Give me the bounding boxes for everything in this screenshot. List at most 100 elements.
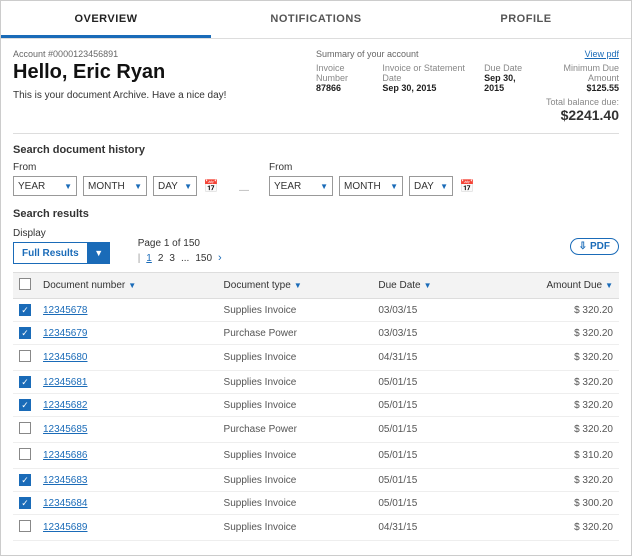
col-doc[interactable]: Document number▼: [37, 273, 218, 299]
col-amt[interactable]: Amount Due▼: [484, 273, 619, 299]
row-checkbox[interactable]: [19, 399, 31, 411]
row-checkbox[interactable]: [19, 448, 31, 460]
doc-due: 05/01/15: [372, 394, 484, 417]
sort-icon: ▼: [294, 281, 302, 290]
statement-date: Sep 30, 2015: [382, 83, 472, 93]
row-checkbox[interactable]: [19, 474, 31, 486]
account-label: Account: [13, 49, 46, 59]
page-1[interactable]: 1: [146, 253, 152, 264]
page-3[interactable]: 3: [169, 253, 175, 264]
range-dash: —: [239, 185, 249, 196]
min-due: $125.55: [543, 83, 619, 93]
doc-link[interactable]: 12345682: [43, 400, 88, 411]
doc-link[interactable]: 12345683: [43, 475, 88, 486]
page-last[interactable]: 150: [195, 253, 212, 264]
tab-profile[interactable]: PROFILE: [421, 1, 631, 38]
due-date: Sep 30, 2015: [484, 73, 531, 93]
table-row: 12345685Purchase Power05/01/15$ 320.20: [13, 417, 619, 443]
doc-link[interactable]: 12345680: [43, 352, 88, 363]
doc-due: 05/01/15: [372, 492, 484, 515]
from-label-1: From: [13, 162, 219, 173]
pager: | 1 2 3 ... 150 ›: [138, 252, 222, 264]
display-select[interactable]: Full Results ▼: [13, 242, 110, 264]
doc-link[interactable]: 12345681: [43, 377, 88, 388]
doc-type: Supplies Invoice: [218, 299, 373, 322]
from-month-select[interactable]: MONTH▼: [83, 176, 147, 196]
tab-overview[interactable]: OVERVIEW: [1, 1, 211, 38]
doc-amt: $ 320.20: [484, 345, 619, 371]
doc-amt: $ 320.20: [484, 322, 619, 345]
doc-due: 05/01/15: [372, 469, 484, 492]
doc-amt: $ 320.20: [484, 515, 619, 541]
doc-amt: $ 320.20: [484, 469, 619, 492]
doc-due: 05/01/15: [372, 371, 484, 394]
select-all-checkbox[interactable]: [19, 278, 31, 290]
download-icon: ⇩: [579, 241, 587, 252]
invoice-number: 87866: [316, 83, 370, 93]
table-row: 12345686Supplies Invoice05/01/15$ 310.20: [13, 443, 619, 469]
doc-type: Supplies Invoice: [218, 371, 373, 394]
from-label-2: From: [269, 162, 475, 173]
to-month-select[interactable]: MONTH▼: [339, 176, 403, 196]
download-pdf-button[interactable]: ⇩ PDF: [570, 238, 619, 255]
col-due[interactable]: Due Date▼: [372, 273, 484, 299]
row-checkbox[interactable]: [19, 422, 31, 434]
col-type[interactable]: Document type▼: [218, 273, 373, 299]
doc-type: Purchase Power: [218, 417, 373, 443]
display-label: Display: [13, 228, 110, 239]
doc-due: 05/01/15: [372, 443, 484, 469]
doc-type: Supplies Invoice: [218, 492, 373, 515]
search-title: Search document history: [13, 144, 619, 156]
chevron-down-icon: ▼: [184, 182, 192, 191]
doc-type: Supplies Invoice: [218, 469, 373, 492]
invoice-number-label: Invoice Number: [316, 63, 370, 83]
doc-link[interactable]: 12345686: [43, 450, 88, 461]
doc-amt: $ 310.20: [484, 443, 619, 469]
table-row: 12345678 Supplies Invoice03/03/15$ 320.20: [13, 299, 619, 322]
table-row: 12345682 Supplies Invoice05/01/15$ 320.20: [13, 394, 619, 417]
account-number: #0000123456891: [48, 49, 118, 59]
chevron-down-icon: ▼: [320, 182, 328, 191]
page-next[interactable]: ›: [218, 252, 222, 264]
doc-type: Supplies Invoice: [218, 515, 373, 541]
doc-amt: $ 320.20: [484, 299, 619, 322]
doc-link[interactable]: 12345678: [43, 305, 88, 316]
to-day-select[interactable]: DAY▼: [409, 176, 453, 196]
row-checkbox[interactable]: [19, 376, 31, 388]
doc-link[interactable]: 12345684: [43, 498, 88, 509]
table-row: 12345679Purchase Power03/03/15$ 320.20: [13, 322, 619, 345]
page-subtitle: This is your document Archive. Have a ni…: [13, 90, 316, 101]
doc-amt: $ 300.20: [484, 492, 619, 515]
page-2[interactable]: 2: [158, 253, 164, 264]
page-title: Hello, Eric Ryan: [13, 61, 316, 84]
doc-type: Supplies Invoice: [218, 394, 373, 417]
view-pdf-link[interactable]: View pdf: [585, 49, 619, 59]
doc-link[interactable]: 12345685: [43, 424, 88, 435]
page-dots: ...: [181, 253, 189, 264]
from-day-select[interactable]: DAY▼: [153, 176, 197, 196]
calendar-icon[interactable]: 📅: [459, 178, 475, 194]
table-row: 12345684 Supplies Invoice05/01/15$ 300.20: [13, 492, 619, 515]
results-title: Search results: [13, 208, 619, 220]
calendar-icon[interactable]: 📅: [203, 178, 219, 194]
from-year-select[interactable]: YEAR▼: [13, 176, 77, 196]
doc-link[interactable]: 12345689: [43, 522, 88, 533]
doc-amt: $ 320.20: [484, 394, 619, 417]
row-checkbox[interactable]: [19, 497, 31, 509]
doc-due: 03/03/15: [372, 299, 484, 322]
tab-notifications[interactable]: NOTIFICATIONS: [211, 1, 421, 38]
table-row: 12345689Supplies Invoice04/31/15$ 320.20: [13, 515, 619, 541]
row-checkbox[interactable]: [19, 327, 31, 339]
chevron-down-icon: ▼: [440, 182, 448, 191]
doc-amt: $ 320.20: [484, 371, 619, 394]
statement-date-label: Invoice or Statement Date: [382, 63, 472, 83]
balance-label: Total balance due:: [543, 97, 619, 107]
row-checkbox[interactable]: [19, 520, 31, 532]
sort-icon: ▼: [128, 281, 136, 290]
doc-due: 03/03/15: [372, 322, 484, 345]
doc-link[interactable]: 12345679: [43, 328, 88, 339]
row-checkbox[interactable]: [19, 304, 31, 316]
to-year-select[interactable]: YEAR▼: [269, 176, 333, 196]
sort-icon: ▼: [424, 281, 432, 290]
row-checkbox[interactable]: [19, 350, 31, 362]
